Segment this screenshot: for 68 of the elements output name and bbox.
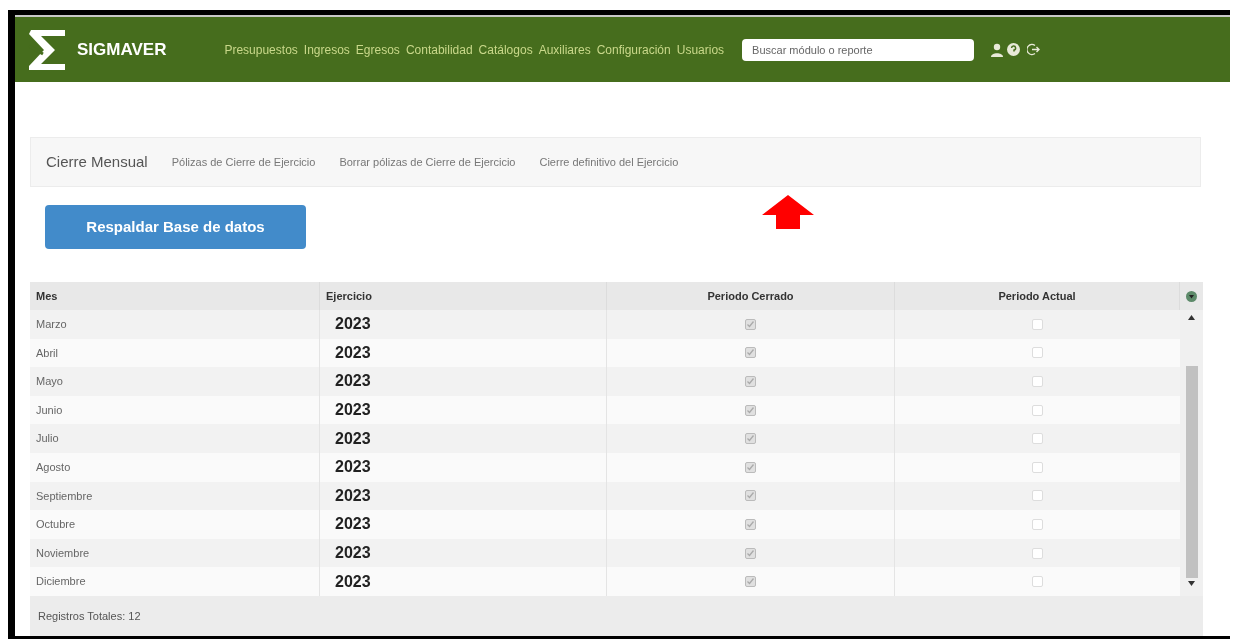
logout-icon[interactable] [1027, 43, 1041, 56]
table-cell-text: Mayo [36, 374, 63, 390]
scroll-thumb[interactable] [1185, 366, 1198, 578]
table-cell-text: 2023 [335, 457, 371, 478]
checkbox[interactable] [745, 433, 756, 445]
scroll-down-icon[interactable] [1188, 581, 1195, 586]
checkbox[interactable] [1032, 576, 1043, 588]
table-cell-text: Marzo [36, 317, 67, 333]
checkbox[interactable] [745, 461, 756, 473]
checkbox[interactable] [1032, 433, 1043, 445]
checkbox[interactable] [745, 347, 756, 359]
checkbox[interactable] [745, 318, 756, 330]
menu-link[interactable]: Egresos [355, 40, 400, 59]
checkbox[interactable] [1032, 404, 1043, 416]
help-icon[interactable] [1007, 43, 1021, 56]
table-cell-text: 2023 [335, 314, 371, 335]
checkbox[interactable] [1032, 376, 1043, 387]
table-cell-text: Diciembre [36, 574, 86, 590]
column-menu-icon[interactable] [1186, 290, 1197, 302]
checkbox[interactable] [1032, 461, 1043, 473]
table-cell-text: 2023 [335, 571, 371, 592]
checkbox[interactable] [745, 490, 756, 502]
menu-link[interactable]: Catálogos [478, 40, 533, 59]
search-field[interactable]: Buscar módulo o reporte [742, 38, 975, 61]
table-cell-text: Abril [36, 345, 58, 361]
checkbox[interactable] [1032, 490, 1043, 502]
table-cell-text: 2023 [335, 400, 371, 421]
menu-link[interactable]: Contabilidad [405, 40, 473, 59]
checkbox[interactable] [745, 404, 756, 416]
user-icon[interactable] [990, 42, 1005, 57]
tab[interactable]: Cierre definitivo del Ejercicio [539, 153, 679, 171]
menu-link[interactable]: Auxiliares [538, 40, 591, 59]
table-cell-text: Julio [36, 431, 59, 447]
checkbox[interactable] [745, 576, 756, 588]
tab[interactable]: Cierre Mensual [46, 150, 148, 174]
table-cell-text: 2023 [335, 371, 371, 392]
table-cell-text: 2023 [335, 342, 371, 363]
table-cell-text: Octubre [36, 517, 76, 533]
table-cell-text: 2023 [335, 514, 371, 535]
menu-link[interactable]: Configuración [596, 40, 671, 59]
checkbox[interactable] [1032, 318, 1043, 330]
tab[interactable]: Borrar pólizas de Cierre de Ejercicio [339, 153, 516, 171]
menu-link[interactable]: Ingresos [303, 40, 350, 59]
column-header[interactable]: Periodo Cerrado [707, 287, 794, 305]
backup-button[interactable]: Respaldar Base de datos [45, 205, 306, 249]
checkbox[interactable] [745, 376, 756, 387]
up-arrow-icon [760, 195, 816, 229]
checkbox[interactable] [1032, 347, 1043, 359]
table-cell-text: 2023 [335, 428, 371, 449]
column-header[interactable]: Mes [36, 287, 58, 305]
scroll-up-icon[interactable] [1188, 315, 1195, 320]
table-cell-text: 2023 [335, 543, 371, 564]
column-header[interactable]: Ejercicio [326, 287, 372, 305]
tab[interactable]: Pólizas de Cierre de Ejercicio [171, 153, 316, 171]
checkbox[interactable] [745, 547, 756, 559]
checkbox[interactable] [745, 518, 756, 530]
table-cell-text: 2023 [335, 485, 371, 506]
column-header[interactable]: Periodo Actual [998, 287, 1076, 305]
table-cell-text: Agosto [36, 460, 71, 475]
brand-name: SIGMAVER [77, 38, 167, 61]
table-cell-text: Septiembre [36, 488, 93, 504]
checkbox[interactable] [1032, 547, 1043, 559]
checkbox[interactable] [1032, 518, 1043, 530]
menu-link[interactable]: Presupuestos [224, 40, 298, 59]
menu-link[interactable]: Usuarios [676, 40, 725, 59]
table-cell-text: Noviembre [36, 545, 90, 561]
record-count: Registros Totales: 12 [38, 608, 141, 624]
table-cell-text: Junio [36, 402, 63, 418]
